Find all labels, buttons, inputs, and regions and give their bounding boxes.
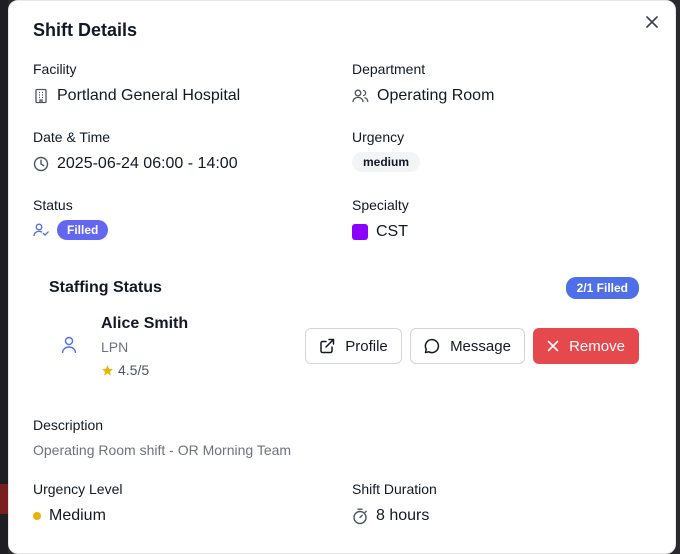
remove-button[interactable]: Remove <box>533 328 639 364</box>
user-check-icon <box>33 223 49 237</box>
staffing-status-panel: Staffing Status 2/1 Filled Alice Smith L… <box>33 263 655 393</box>
backdrop-accent <box>0 484 8 514</box>
staff-rating: 4.5/5 <box>101 362 149 378</box>
department-name: Operating Room <box>377 87 495 104</box>
staff-role: LPN <box>101 339 129 355</box>
specialty-name: CST <box>376 223 408 240</box>
staffing-title: Staffing Status <box>49 279 162 296</box>
message-button[interactable]: Message <box>410 328 525 364</box>
staff-rating-value: 4.5/5 <box>118 362 150 378</box>
urgency-label: Urgency <box>352 129 405 145</box>
remove-button-label: Remove <box>569 337 625 355</box>
department-value: Operating Room <box>352 87 494 105</box>
message-button-label: Message <box>450 337 511 355</box>
department-label: Department <box>352 61 426 77</box>
close-button[interactable] <box>643 13 661 31</box>
shift-duration-label: Shift Duration <box>352 481 437 497</box>
filled-count-badge: 2/1 Filled <box>565 277 639 299</box>
urgency-level-text: Medium <box>49 507 106 524</box>
x-icon <box>547 340 559 352</box>
timer-icon <box>353 508 367 524</box>
status-label: Status <box>33 197 73 213</box>
facility-label: Facility <box>33 61 77 77</box>
urgency-dot <box>33 512 41 520</box>
modal-title: Shift Details <box>33 20 138 40</box>
status-badge: Filled <box>57 220 109 240</box>
urgency-badge: medium <box>352 152 421 172</box>
shift-duration-text: 8 hours <box>376 507 430 524</box>
user-icon <box>61 336 77 354</box>
staff-name: Alice Smith <box>101 315 189 332</box>
datetime-value: 2025-06-24 06:00 - 14:00 <box>33 155 238 173</box>
urgency-level-value: Medium <box>33 507 106 525</box>
specialty-value: CST <box>352 223 408 241</box>
urgency-badge-wrap: medium <box>352 152 421 172</box>
clock-icon <box>33 156 49 172</box>
specialty-label: Specialty <box>352 197 409 213</box>
shift-duration-value: 8 hours <box>352 507 429 525</box>
shift-details-modal: Shift Details Facility Portland General … <box>8 0 676 554</box>
facility-name: Portland General Hospital <box>57 87 241 104</box>
external-link-icon <box>320 338 335 354</box>
users-icon <box>352 89 369 103</box>
specialty-color-swatch <box>352 224 368 240</box>
backdrop <box>0 0 8 554</box>
message-icon <box>424 338 440 354</box>
description-label: Description <box>33 417 104 433</box>
profile-button-label: Profile <box>345 337 388 355</box>
description-text: Operating Room shift - OR Morning Team <box>33 442 292 458</box>
datetime-label: Date & Time <box>33 129 111 145</box>
profile-button[interactable]: Profile <box>305 328 402 364</box>
building-icon <box>35 88 47 104</box>
datetime-text: 2025-06-24 06:00 - 14:00 <box>57 155 238 172</box>
facility-value: Portland General Hospital <box>33 87 240 105</box>
star-icon <box>102 364 113 375</box>
status-value: Filled <box>33 220 109 240</box>
close-icon <box>646 16 658 28</box>
urgency-level-label: Urgency Level <box>33 481 123 497</box>
